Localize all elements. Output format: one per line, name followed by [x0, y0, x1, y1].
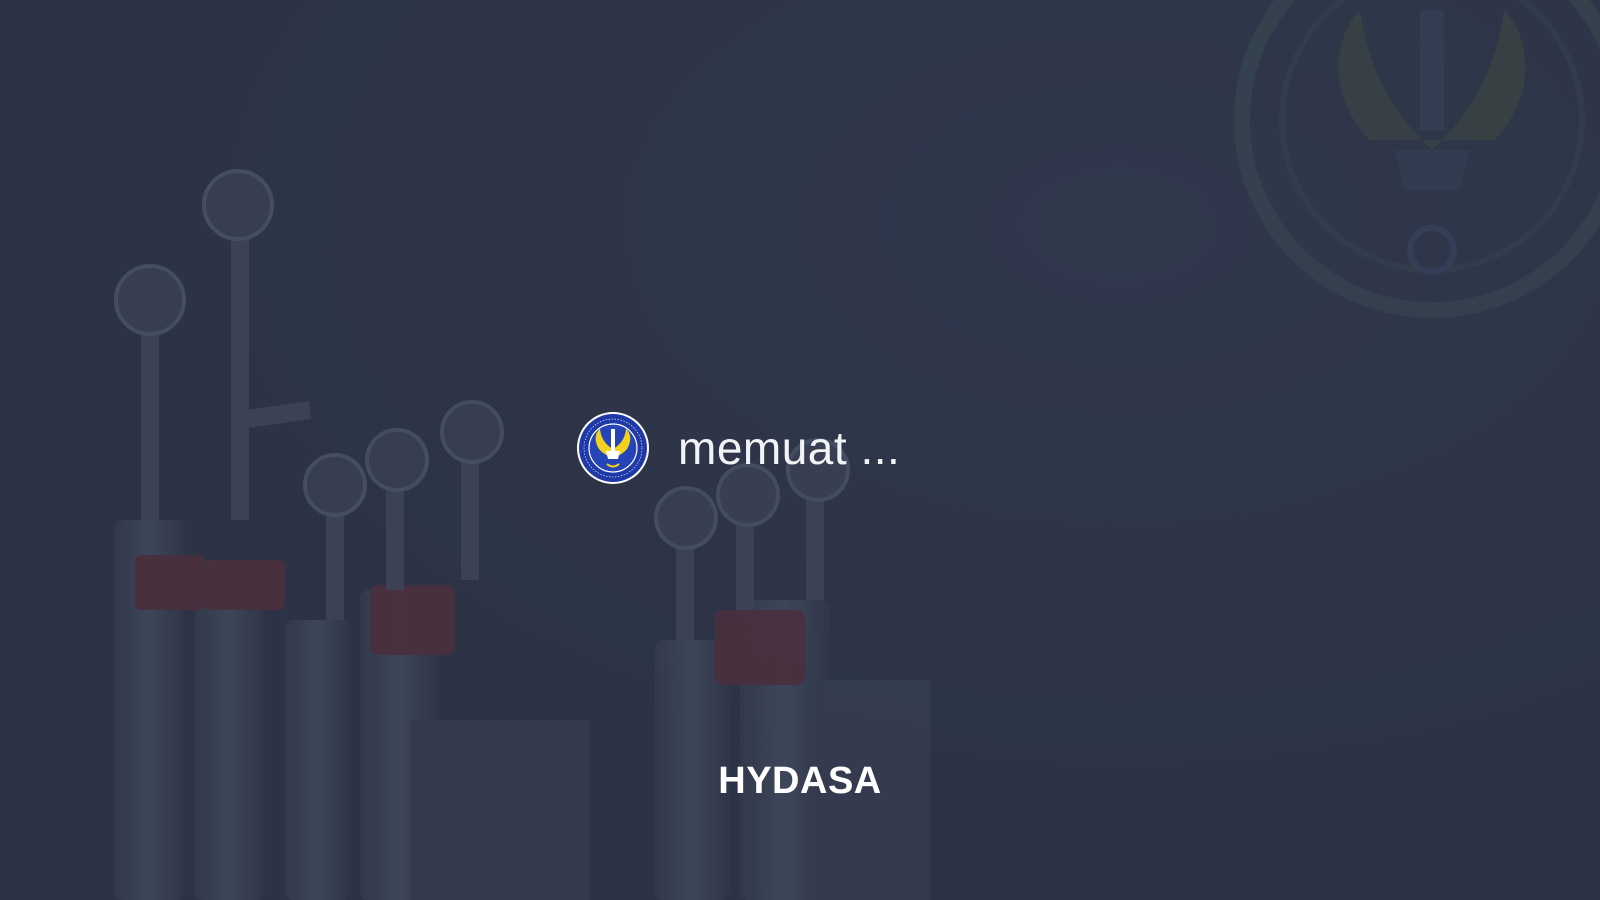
app-name: HYDASA: [718, 760, 882, 802]
university-seal-icon: [577, 412, 649, 484]
loading-text: memuat ...: [678, 422, 901, 474]
loading-indicator: memuat ...: [576, 410, 900, 486]
